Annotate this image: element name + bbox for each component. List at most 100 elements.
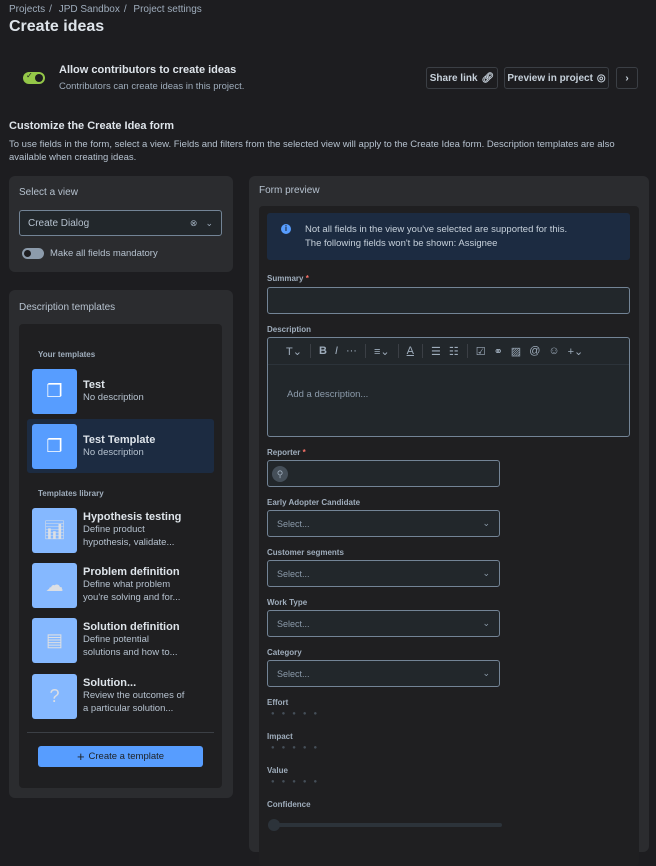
select-placeholder: Select...	[277, 568, 310, 579]
chevron-down-icon: ⌄	[482, 618, 490, 628]
template-desc: No description	[83, 391, 144, 403]
library-template-item[interactable]: ☁ Problem definition Define what problem y…	[18, 561, 204, 609]
plus-icon: +	[76, 749, 85, 764]
preview-in-project-button[interactable]: Preview in project ◎	[504, 67, 609, 89]
share-label: Share link	[429, 72, 478, 84]
form-preview-title: Form preview	[259, 185, 320, 196]
select-placeholder: Select...	[277, 668, 310, 679]
link-icon: 🔗︎	[481, 72, 495, 84]
avatar-icon: ⚲	[272, 465, 288, 482]
breadcrumb: Projects / JPD Sandbox / Project settings	[9, 4, 202, 15]
template-desc: Define potential solutions and how to...	[83, 634, 178, 658]
customize-title: Customize the Create Idea form	[9, 120, 175, 132]
insert-icon[interactable]: +⌄	[568, 345, 584, 358]
create-template-label: Create a template	[88, 751, 165, 762]
summary-input[interactable]	[267, 287, 630, 314]
effort-rating[interactable]: ●●●●●	[271, 711, 324, 717]
emoji-icon[interactable]: ☺	[548, 345, 559, 357]
align-icon[interactable]: ≡⌄	[374, 345, 390, 358]
confidence-slider[interactable]	[268, 823, 502, 827]
link-icon[interactable]: ⚭	[494, 345, 503, 358]
bullet-list-icon[interactable]: ☰	[431, 345, 441, 358]
allow-subtitle: Contributors can create ideas in this pr…	[59, 81, 245, 92]
template-item-selected[interactable]: ❐ Test Template No description	[27, 419, 214, 473]
more-formatting-icon[interactable]: ···	[346, 345, 357, 357]
check-icon: ✓	[26, 71, 33, 80]
allow-title: Allow contributors to create ideas	[59, 64, 237, 76]
image-icon[interactable]: ▨	[511, 345, 521, 358]
mandatory-label: Make all fields mandatory	[50, 248, 158, 259]
confidence-label: Confidence	[267, 800, 311, 809]
library-template-item[interactable]: ▤ Solution definition Define potential sol…	[18, 616, 204, 664]
effort-label: Effort	[267, 698, 289, 707]
template-name: Solution...	[83, 677, 137, 689]
italic-icon[interactable]: I	[335, 345, 338, 357]
select-label: Work Type	[267, 598, 308, 607]
more-button[interactable]: ›	[616, 67, 638, 89]
select-label: Customer segments	[267, 548, 344, 557]
chevron-down-icon: ⌄	[482, 668, 490, 678]
notice-line-2: The following fields won't be shown: Ass…	[305, 238, 498, 249]
template-desc: Define product hypothesis, validate...	[83, 524, 175, 548]
value-label: Value	[267, 766, 288, 775]
bold-icon[interactable]: B	[319, 345, 327, 357]
info-icon: i	[281, 224, 291, 234]
impact-label: Impact	[267, 732, 293, 741]
template-desc: No description	[83, 446, 144, 458]
work-type-select[interactable]: Select... ⌄	[267, 610, 500, 637]
impact-rating[interactable]: ●●●●●	[271, 745, 324, 751]
chevron-right-icon: ›	[625, 72, 629, 84]
mention-icon[interactable]: @	[529, 345, 540, 357]
select-label: Early Adopter Candidate	[267, 498, 361, 507]
select-view-title: Select a view	[19, 187, 78, 198]
reporter-input[interactable]: ⚲	[267, 460, 500, 487]
early-adopter-select[interactable]: Select... ⌄	[267, 510, 500, 537]
category-select[interactable]: Select... ⌄	[267, 660, 500, 687]
create-template-button[interactable]: + Create a template	[38, 746, 203, 767]
notice-line-1: Not all fields in the view you've select…	[305, 224, 568, 235]
view-value: Create Dialog	[28, 217, 90, 229]
customer-segments-select[interactable]: Select... ⌄	[267, 560, 500, 587]
select-placeholder: Select...	[277, 518, 310, 529]
reporter-label: Reporter *	[267, 448, 306, 457]
templates-library-heading: Templates library	[38, 489, 104, 498]
eye-icon: ◎	[596, 72, 606, 84]
breadcrumb-project[interactable]: JPD Sandbox	[59, 4, 120, 15]
confidence-slider-handle[interactable]	[268, 819, 280, 831]
cloud-icon: ☁	[32, 562, 77, 608]
library-template-item[interactable]: ? Solution... Review the outcomes of a par…	[18, 672, 204, 720]
divider	[27, 732, 214, 733]
document-icon: ❐	[32, 423, 77, 469]
text-style-icon[interactable]: T⌄	[286, 345, 302, 358]
checkbox-icon[interactable]: ☑	[476, 345, 486, 358]
view-select[interactable]: Create Dialog ⊗ ⌄	[19, 210, 222, 236]
templates-title: Description templates	[19, 302, 116, 313]
chevron-down-icon: ⌄	[482, 568, 490, 578]
your-templates-heading: Your templates	[38, 350, 96, 359]
chevron-down-icon: ⌄	[205, 217, 213, 228]
summary-label: Summary *	[267, 274, 309, 283]
mandatory-toggle[interactable]	[22, 248, 44, 259]
template-name: Test Template	[83, 433, 156, 446]
chart-icon: 📊︎	[32, 507, 77, 553]
value-rating[interactable]: ●●●●●	[271, 779, 324, 785]
numbered-list-icon[interactable]: ☷	[449, 345, 459, 358]
notepad-icon: ▤	[32, 617, 77, 663]
library-template-item[interactable]: 📊︎ Hypothesis testing Define product hypot…	[18, 506, 204, 554]
page-title: Create ideas	[9, 18, 105, 35]
select-placeholder: Select...	[277, 618, 310, 629]
description-label: Description	[267, 325, 312, 334]
template-desc: Review the outcomes of a particular solu…	[83, 690, 185, 714]
breadcrumb-projects[interactable]: Projects	[9, 4, 45, 15]
text-color-icon[interactable]: A	[407, 345, 414, 357]
customize-text: To use fields in the form, select a view…	[9, 139, 615, 163]
allow-contributors-toggle[interactable]: ✓	[23, 71, 45, 84]
question-icon: ?	[32, 673, 77, 719]
description-editor[interactable]: T⌄ B I ··· ≡⌄ A ☰ ☷ ☑ ⚭ ▨ @ ☺ +⌄ Add a descripti…	[267, 337, 630, 437]
template-name: Problem definition	[83, 566, 180, 578]
breadcrumb-settings[interactable]: Project settings	[133, 4, 201, 15]
clear-icon[interactable]: ⊗	[190, 218, 198, 229]
template-name: Solution definition	[83, 621, 180, 633]
template-item[interactable]: ❐ Test No description	[18, 364, 204, 418]
share-link-button[interactable]: Share link 🔗︎	[426, 67, 498, 89]
